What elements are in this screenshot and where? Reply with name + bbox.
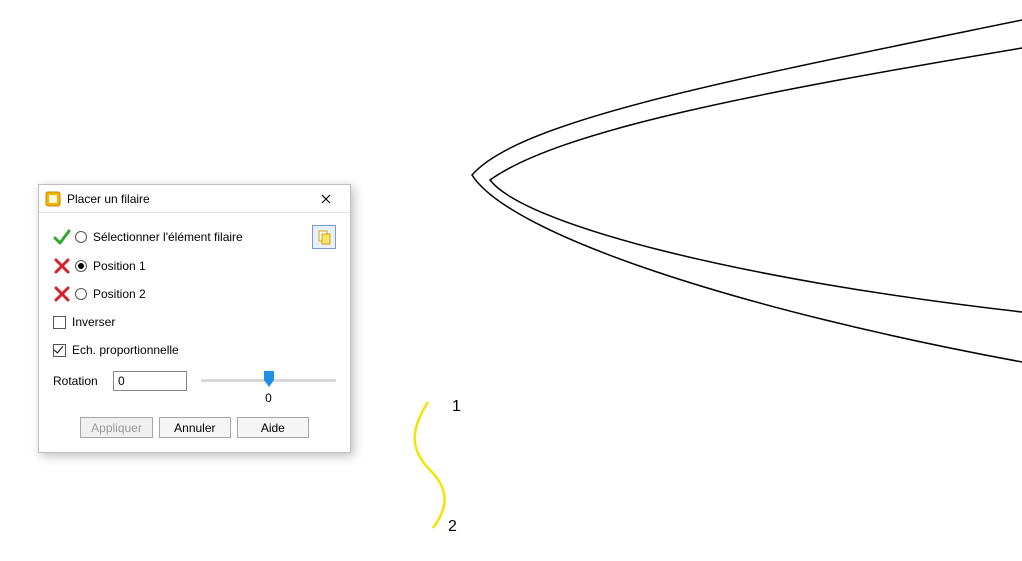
radio-position-1[interactable]: [75, 260, 87, 272]
annotation-2: 2: [448, 518, 457, 536]
apply-button[interactable]: Appliquer: [80, 417, 153, 438]
cancel-button[interactable]: Annuler: [159, 417, 231, 438]
invert-label: Inverser: [72, 315, 115, 329]
rotation-input[interactable]: [113, 371, 187, 391]
rotation-label: Rotation: [53, 374, 113, 388]
step2-label: Position 1: [93, 259, 146, 273]
slider-thumb[interactable]: [264, 371, 274, 387]
cross-icon: [53, 257, 71, 275]
radio-select-element[interactable]: [75, 231, 87, 243]
place-filaire-dialog: Placer un filaire Sélectionner l'élément…: [38, 184, 351, 453]
check-icon: [53, 228, 71, 246]
step3-label: Position 2: [93, 287, 146, 301]
help-button[interactable]: Aide: [237, 417, 309, 438]
annotation-1: 1: [452, 398, 461, 416]
dialog-title: Placer un filaire: [67, 192, 306, 206]
scale-label: Ech. proportionnelle: [72, 343, 179, 357]
app-icon: [45, 191, 61, 207]
step1-label: Sélectionner l'élément filaire: [93, 230, 243, 244]
dialog-titlebar[interactable]: Placer un filaire: [39, 185, 350, 213]
radio-position-2[interactable]: [75, 288, 87, 300]
copy-button[interactable]: [312, 225, 336, 249]
checkbox-proportional-scale[interactable]: [53, 344, 66, 357]
cross-icon: [53, 285, 71, 303]
slider-value: 0: [265, 391, 272, 405]
rotation-slider[interactable]: 0: [201, 369, 336, 393]
checkbox-invert[interactable]: [53, 316, 66, 329]
close-button[interactable]: [306, 185, 346, 213]
